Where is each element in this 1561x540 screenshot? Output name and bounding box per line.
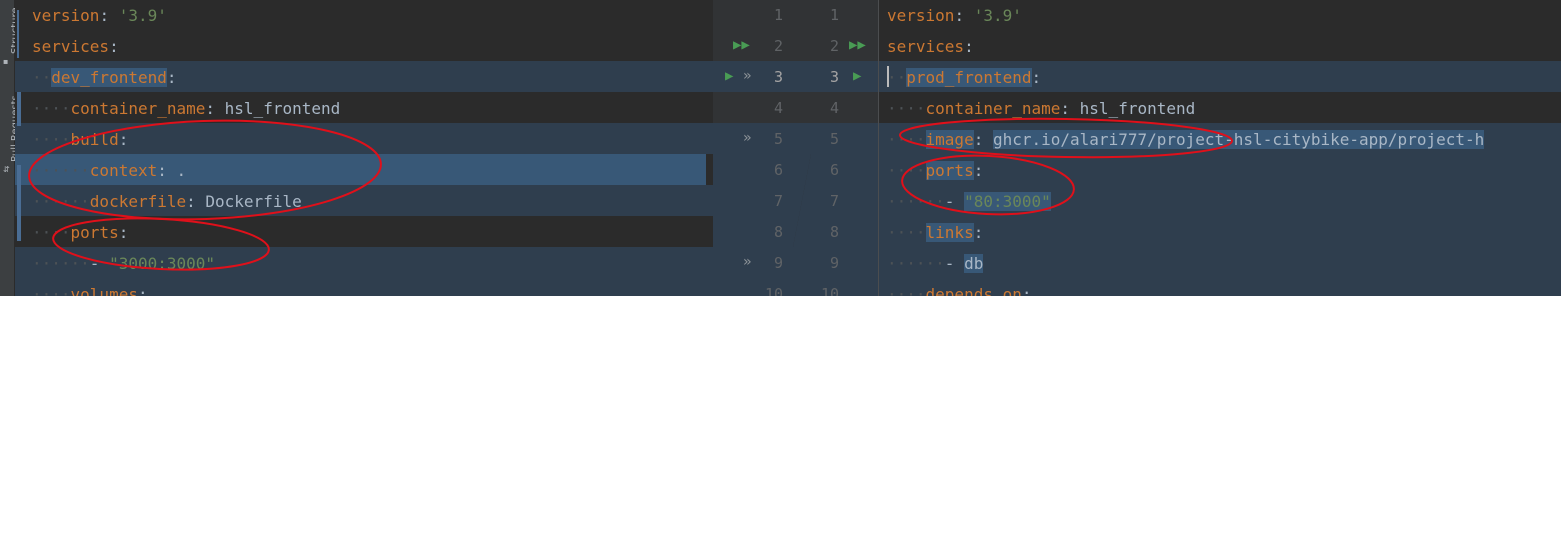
annotation-ellipse <box>899 117 1233 159</box>
annotation-ellipse <box>52 217 270 271</box>
annotation-layer <box>28 117 1233 271</box>
annotation-ellipse <box>28 119 382 221</box>
annotation-ellipse <box>901 154 1075 216</box>
diff-viewer: ✓ Structure ▪ Pull Requests ⇵ version: '… <box>0 0 1561 296</box>
